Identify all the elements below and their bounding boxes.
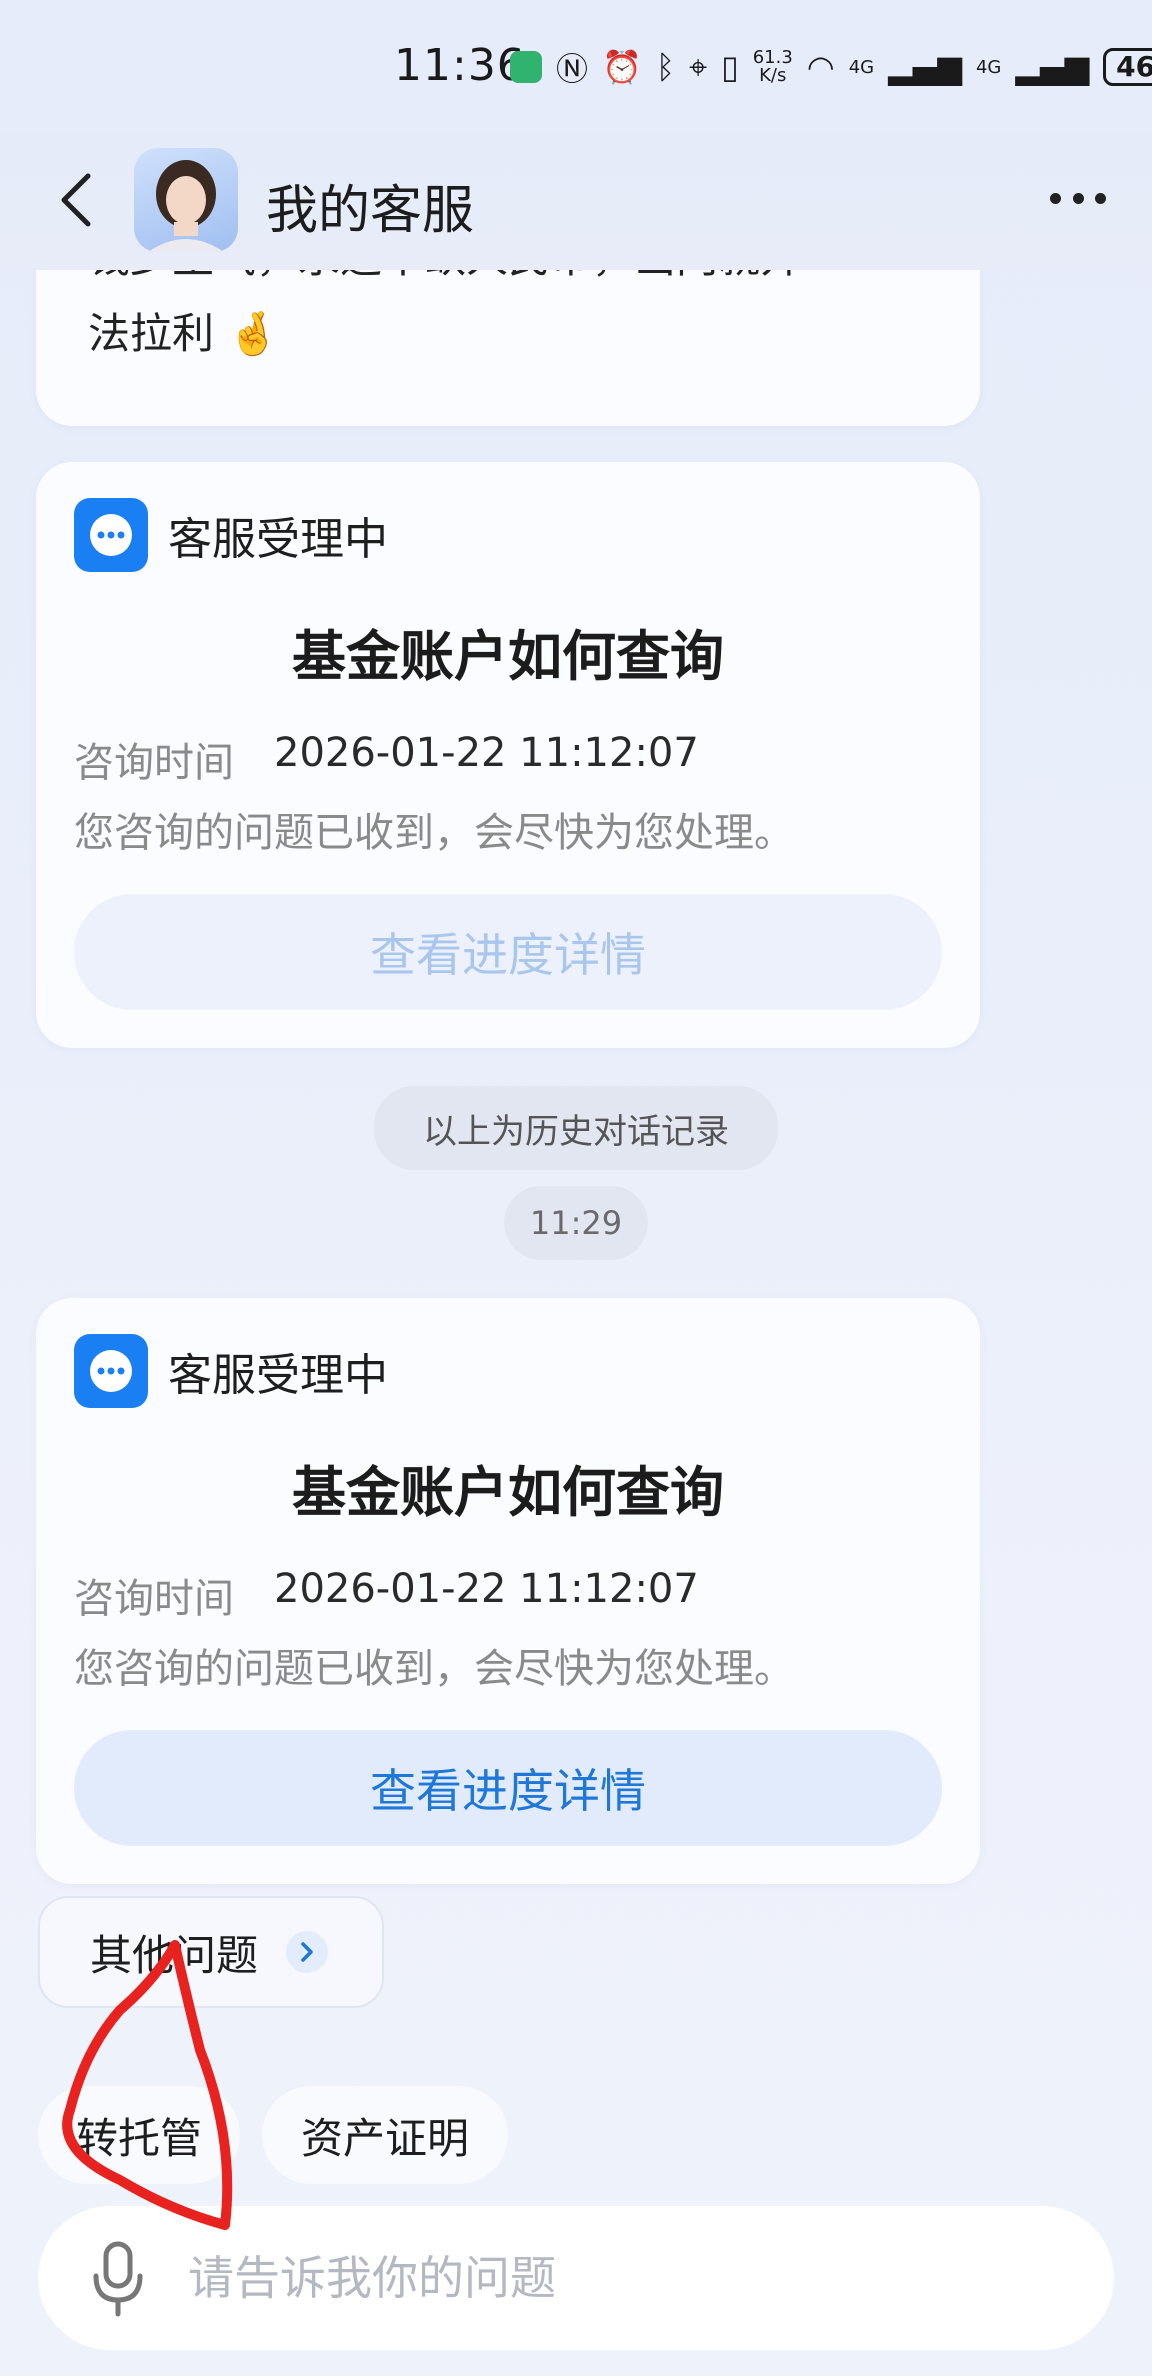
ticket-message: 您咨询的问题已收到，会尽快为您处理。 [74, 1646, 794, 1692]
ticket-title: 基金账户如何查询 [292, 625, 724, 688]
ticket-message: 您咨询的问题已收到，会尽快为您处理。 [74, 810, 794, 856]
ticket-status: 客服受理中 [74, 1334, 388, 1408]
chat-bubble-icon [74, 498, 148, 572]
question-input[interactable] [188, 2251, 1068, 2305]
message-line-2: 法拉利 🤞 [88, 309, 280, 358]
chat-bubble-icon [74, 1334, 148, 1408]
ticket-time-row: 咨询时间 2026-01-22 11:12:07 [74, 730, 699, 788]
battery-indicator: 46 [1103, 48, 1152, 86]
back-button[interactable] [52, 170, 102, 230]
ticket-time-label: 咨询时间 [74, 1576, 234, 1622]
ticket-status-label: 客服受理中 [168, 514, 388, 565]
page-title: 我的客服 [266, 181, 475, 241]
status-time: 11:36 [394, 40, 526, 91]
ticket-status-label: 客服受理中 [168, 1350, 388, 1401]
network-speed: 61.3 K/s [753, 49, 793, 85]
nfc-icon: Ⓝ [556, 50, 589, 88]
service-ticket-card: 客服受理中 基金账户如何查询 咨询时间 2026-01-22 11:12:07 … [36, 462, 980, 1048]
bluetooth-icon: ᛒ [655, 48, 676, 86]
signal-label-2: 4G [975, 56, 1002, 78]
ticket-time-row: 咨询时间 2026-01-22 11:12:07 [74, 1566, 699, 1624]
more-dot-icon [1095, 192, 1106, 204]
location-icon: ⌖ [689, 47, 708, 86]
ticket-title: 基金账户如何查询 [292, 1461, 724, 1524]
quick-action-asset-certificate[interactable]: 资产证明 [262, 2086, 508, 2184]
network-speed-unit: K/s [759, 65, 787, 86]
back-arrow-icon [61, 173, 91, 227]
status-bar: 11:36 Ⓝ ⏰ ᛒ ⌖ ▯ 61.3 K/s ◠ 4G ▂▄▆ 4G ▂▄▆… [0, 0, 1152, 130]
ticket-time-value: 2026-01-22 11:12:07 [274, 730, 699, 776]
signal-icon-2: ▂▄▆ [1015, 48, 1090, 86]
view-progress-button[interactable]: 查看进度详情 [74, 1730, 942, 1846]
quick-action-transfer-custody[interactable]: 转托管 [38, 2086, 240, 2184]
more-dot-icon [1050, 192, 1061, 204]
ticket-time-value: 2026-01-22 11:12:07 [274, 1566, 699, 1612]
avatar-woman-icon [148, 160, 224, 252]
chat-input-bar [38, 2206, 1114, 2350]
chat-header: 我的客服 [0, 130, 1152, 270]
ticket-time-label: 咨询时间 [74, 740, 234, 786]
microphone-icon[interactable] [86, 2238, 150, 2318]
other-questions-button[interactable]: 其他问题 [38, 1896, 384, 2008]
more-options-button[interactable] [1050, 186, 1106, 210]
chevron-right-icon [286, 1931, 329, 1973]
vibrate-icon: ▯ [721, 48, 739, 86]
service-ticket-card: 客服受理中 基金账户如何查询 咨询时间 2026-01-22 11:12:07 … [36, 1298, 980, 1884]
view-progress-button[interactable]: 查看进度详情 [74, 894, 942, 1010]
ticket-status: 客服受理中 [74, 498, 388, 572]
status-icons: Ⓝ ⏰ ᛒ ⌖ ▯ 61.3 K/s ◠ 4G ▂▄▆ 4G ▂▄▆ 46 [510, 44, 1152, 90]
more-dot-icon [1072, 192, 1084, 204]
message-timestamp: 11:29 [504, 1186, 648, 1260]
app-notification-icon [510, 51, 542, 83]
signal-icon: ▂▄▆ [888, 48, 962, 86]
signal-label: 4G [848, 56, 875, 78]
other-questions-label: 其他问题 [90, 1930, 259, 1980]
agent-avatar[interactable] [134, 148, 238, 252]
history-divider: 以上为历史对话记录 [374, 1086, 778, 1170]
alarm-icon: ⏰ [602, 48, 642, 86]
wifi-icon: ◠ [806, 48, 835, 86]
